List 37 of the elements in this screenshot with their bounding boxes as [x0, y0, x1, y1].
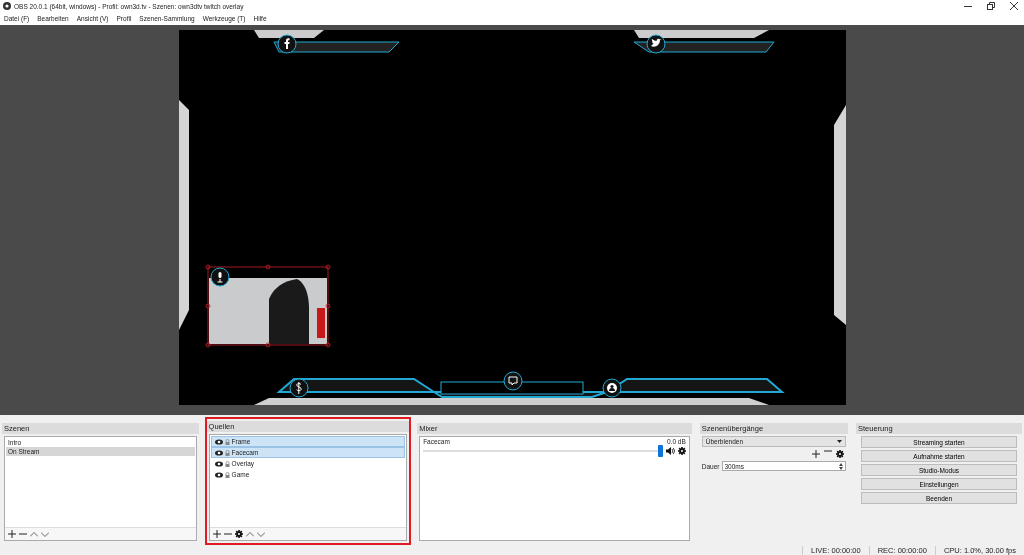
add-icon[interactable]: [8, 530, 16, 538]
eye-icon[interactable]: [214, 449, 223, 456]
speaker-icon[interactable]: [665, 447, 675, 455]
dollar-icon: [289, 378, 308, 397]
dropdown-caret-icon: [837, 440, 842, 443]
chat-icon: [503, 371, 522, 390]
resize-handle[interactable]: [205, 303, 210, 308]
settings-icon[interactable]: [234, 530, 243, 538]
selection-box[interactable]: [207, 266, 328, 345]
user-icon: [602, 378, 621, 397]
eye-icon[interactable]: [214, 460, 223, 467]
eye-icon[interactable]: [214, 438, 223, 445]
lock-icon[interactable]: [224, 460, 230, 467]
lock-icon[interactable]: [224, 449, 230, 456]
resize-handle[interactable]: [325, 264, 330, 269]
add-icon[interactable]: [812, 450, 820, 458]
add-icon[interactable]: [212, 530, 221, 538]
torn-edge-drawing: [253, 29, 324, 38]
resize-handle[interactable]: [205, 342, 210, 347]
lock-icon[interactable]: [224, 471, 230, 478]
eye-icon[interactable]: [214, 471, 223, 478]
resize-handle[interactable]: [265, 264, 270, 269]
spinner-arrows-icon: [839, 462, 843, 470]
minimize-icon[interactable]: [964, 5, 972, 7]
resize-handle[interactable]: [325, 303, 330, 308]
microphone-icon: [210, 267, 229, 286]
resize-handle[interactable]: [205, 264, 210, 269]
facebook-icon: [277, 34, 296, 53]
settings-icon[interactable]: [836, 450, 844, 458]
close-icon[interactable]: [1010, 2, 1018, 10]
lock-icon[interactable]: [224, 438, 230, 445]
bird-icon: [646, 34, 665, 53]
resize-handle[interactable]: [265, 342, 270, 347]
restore-icon[interactable]: [987, 2, 995, 10]
slider-thumb[interactable]: [657, 445, 663, 457]
resize-handle[interactable]: [325, 342, 330, 347]
settings-icon[interactable]: [677, 447, 686, 455]
